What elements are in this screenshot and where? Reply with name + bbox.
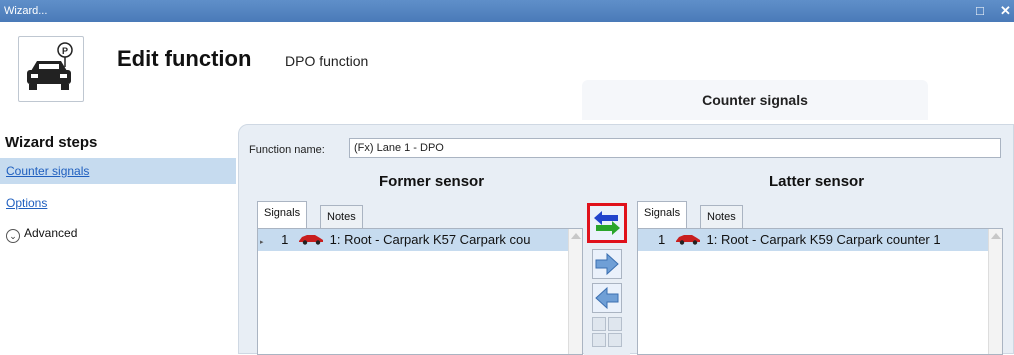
tab-latter-notes[interactable]: Notes — [700, 205, 743, 229]
move-down-icon[interactable] — [592, 333, 606, 347]
parking-car-icon: P — [18, 36, 84, 102]
move-right-icon[interactable] — [592, 249, 622, 279]
latter-sensor-title: Latter sensor — [769, 173, 865, 190]
close-icon[interactable]: ✕ — [1000, 0, 1011, 22]
move-up-icon[interactable] — [592, 317, 606, 331]
svg-text:P: P — [62, 46, 68, 56]
page-subtitle: DPO function — [285, 53, 369, 69]
page-title: Edit function — [117, 46, 252, 71]
sidebar-item-advanced[interactable]: ⌄ Advanced — [0, 220, 236, 246]
tab-latter-signals[interactable]: Signals — [637, 201, 688, 229]
chevron-down-circle-icon: ⌄ — [6, 229, 20, 243]
car-icon — [299, 235, 323, 245]
former-signals-grid: ▸ 1 1: Root - Carpark K57 Carpark cou — [257, 228, 583, 355]
sidebar: Wizard steps Counter signals Options ⌄ Ad… — [0, 130, 238, 354]
row-text: 1: Root - Carpark K57 Carpark cou — [329, 232, 531, 247]
function-name-label: Function name: — [249, 144, 325, 156]
window-titlebar: Wizard... □ ✕ — [0, 0, 1014, 22]
tab-former-signals[interactable]: Signals — [257, 201, 308, 229]
tab-counter-signals[interactable]: Counter signals — [582, 80, 928, 120]
row-number: 1 — [658, 232, 666, 247]
latter-signals-grid: 1 1: Root - Carpark K59 Carpark counter … — [637, 228, 1003, 355]
sidebar-item-counter-signals[interactable]: Counter signals — [0, 158, 236, 184]
function-name-input[interactable]: (Fx) Lane 1 - DPO — [349, 138, 1001, 158]
latter-signal-row[interactable]: 1 1: Root - Carpark K59 Carpark counter … — [638, 229, 988, 251]
move-bottom-icon[interactable] — [608, 333, 622, 347]
transfer-buttons — [584, 193, 630, 355]
scroll-up-icon[interactable] — [991, 233, 1001, 239]
header: P Edit function DPO function Counter sig… — [0, 22, 1014, 130]
row-number: 1 — [281, 232, 289, 247]
restore-icon[interactable]: □ — [976, 0, 984, 22]
tab-former-notes[interactable]: Notes — [320, 205, 363, 229]
latter-scrollbar[interactable] — [988, 229, 1002, 354]
row-text: 1: Root - Carpark K59 Carpark counter 1 — [706, 232, 941, 247]
former-scrollbar[interactable] — [568, 229, 582, 354]
scroll-up-icon[interactable] — [571, 233, 581, 239]
move-left-icon[interactable] — [592, 283, 622, 313]
swap-arrows-icon[interactable] — [587, 203, 627, 243]
former-signal-row[interactable]: ▸ 1 1: Root - Carpark K57 Carpark cou — [258, 229, 568, 251]
former-sensor-title: Former sensor — [379, 173, 485, 190]
car-icon — [675, 235, 700, 245]
former-tabs: Signals Notes — [257, 201, 387, 229]
window-title: Wizard... — [4, 5, 48, 17]
sidebar-item-label: Advanced — [24, 226, 78, 240]
main-panel: Function name: (Fx) Lane 1 - DPO Former … — [238, 124, 1014, 355]
move-top-icon[interactable] — [608, 317, 622, 331]
latter-tabs: Signals Notes — [637, 201, 767, 229]
sidebar-title: Wizard steps — [5, 134, 98, 151]
sidebar-item-options[interactable]: Options — [0, 190, 236, 216]
